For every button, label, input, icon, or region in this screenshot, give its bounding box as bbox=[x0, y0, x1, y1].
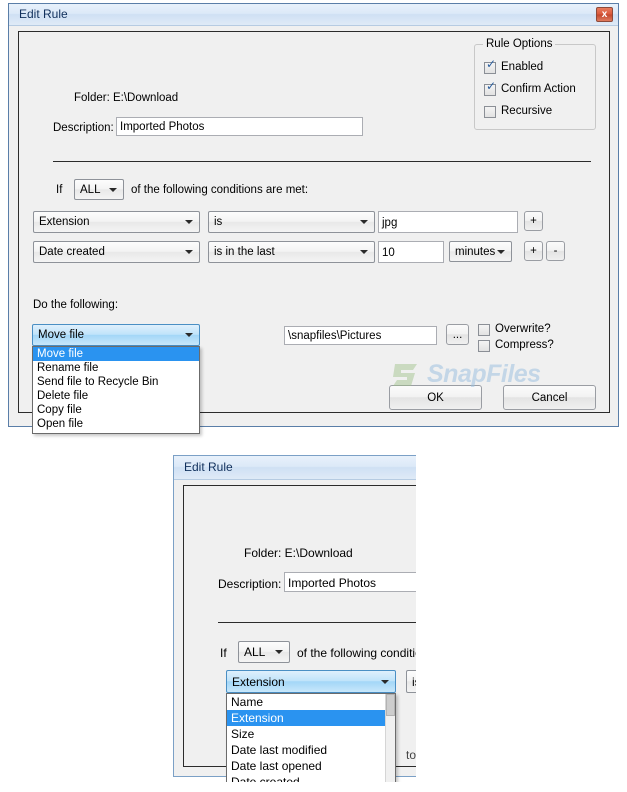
condition-field-dropdown-list[interactable]: Name Extension Size Date last modified D… bbox=[226, 693, 396, 782]
action-combo[interactable]: Move file bbox=[32, 324, 200, 346]
if-label: If bbox=[56, 184, 63, 196]
checkbox-compress-label: Compress? bbox=[495, 339, 554, 351]
condition-field-combo-secondary[interactable]: Extension bbox=[226, 670, 396, 693]
condition-operator-combo-secondary[interactable]: is bbox=[406, 670, 416, 693]
if-label-secondary: If bbox=[220, 646, 227, 660]
to-folder-label: to folde bbox=[406, 748, 416, 762]
condition-add-button-1-label: + bbox=[530, 215, 537, 227]
condition-add-button-1[interactable]: + bbox=[524, 211, 543, 231]
dropdown-item[interactable]: Delete file bbox=[33, 389, 199, 403]
condition-operator-value-1: is bbox=[214, 216, 223, 228]
condition-field-value-secondary: Extension bbox=[232, 674, 285, 689]
condition-add-button-2[interactable]: + bbox=[524, 241, 543, 261]
condition-field-value-2: Date created bbox=[39, 246, 105, 258]
dropdown-scrollbar[interactable] bbox=[385, 694, 395, 782]
condition-remove-button-2-label: - bbox=[553, 245, 558, 257]
dropdown-item[interactable]: Rename file bbox=[33, 361, 199, 375]
chevron-down-icon bbox=[360, 250, 368, 254]
window-title-primary: Edit Rule bbox=[19, 7, 68, 21]
chevron-down-icon bbox=[381, 679, 389, 684]
browse-button[interactable]: ... bbox=[446, 324, 469, 345]
close-icon-glyph: x bbox=[601, 9, 608, 20]
cancel-button-label: Cancel bbox=[531, 391, 568, 404]
condition-operator-value-secondary: is bbox=[412, 674, 416, 689]
condition-field-combo-1[interactable]: Extension bbox=[33, 211, 200, 233]
window-title-secondary: Edit Rule bbox=[184, 460, 233, 474]
match-mode-combo[interactable]: ALL bbox=[74, 179, 124, 200]
conditions-trailing-label-secondary: of the following conditions are bbox=[297, 646, 416, 660]
check-icon: ✓ bbox=[485, 57, 497, 71]
titlebar-primary: Edit Rule x bbox=[9, 4, 618, 26]
description-input[interactable]: Imported Photos bbox=[116, 117, 363, 136]
condition-unit-value-2: minutes bbox=[455, 245, 496, 258]
condition-add-button-2-label: + bbox=[530, 245, 537, 257]
dropdown-item[interactable]: Copy file bbox=[33, 403, 199, 417]
dropdown-item[interactable]: Send file to Recycle Bin bbox=[33, 375, 199, 389]
divider-top bbox=[53, 161, 591, 162]
description-label-secondary: Description: bbox=[218, 577, 282, 591]
dropdown-item[interactable]: Name bbox=[227, 694, 390, 710]
dropdown-item[interactable]: Extension bbox=[227, 710, 390, 726]
condition-unit-combo-2[interactable]: minutes bbox=[449, 241, 512, 262]
titlebar-secondary: Edit Rule bbox=[174, 456, 416, 480]
dropdown-item[interactable]: Move file bbox=[33, 347, 199, 361]
edit-rule-window-secondary-clip: Edit Rule Folder: E:\Download Descriptio… bbox=[173, 455, 416, 782]
chevron-down-icon bbox=[109, 187, 117, 192]
dropdown-item[interactable]: Date last opened bbox=[227, 758, 390, 774]
action-combo-value: Move file bbox=[38, 329, 85, 341]
conditions-trailing-label: of the following conditions are met: bbox=[131, 184, 309, 196]
divider-top-secondary bbox=[218, 622, 416, 623]
condition-field-value-1: Extension bbox=[39, 216, 90, 228]
folder-label: Folder: E:\Download bbox=[74, 92, 179, 104]
condition-value-input-2[interactable]: 10 bbox=[378, 241, 444, 263]
checkbox-overwrite-label: Overwrite? bbox=[495, 323, 551, 335]
description-label: Description: bbox=[53, 122, 114, 134]
dropdown-item[interactable]: Size bbox=[227, 726, 390, 742]
action-section-label: Do the following: bbox=[33, 299, 119, 311]
edit-rule-window-primary: Edit Rule x SnapFiles Folder: E:\Downloa… bbox=[8, 3, 619, 434]
rule-options-group: Rule Options ✓ Enabled ✓ Confirm Action … bbox=[474, 38, 596, 130]
chevron-down-icon bbox=[185, 250, 193, 254]
condition-value-input-1[interactable]: jpg bbox=[378, 211, 518, 233]
dialog-content-panel-secondary: Folder: E:\Download Description: Importe… bbox=[183, 485, 416, 782]
action-dropdown-list[interactable]: Move file Rename file Send file to Recyc… bbox=[32, 346, 200, 434]
ok-button[interactable]: OK bbox=[389, 385, 482, 410]
checkbox-overwrite-box bbox=[478, 324, 490, 336]
condition-remove-button-2[interactable]: - bbox=[546, 241, 565, 261]
folder-label-secondary: Folder: E:\Download bbox=[244, 546, 353, 560]
checkbox-recursive-label: Recursive bbox=[501, 105, 553, 117]
close-icon[interactable]: x bbox=[596, 7, 613, 22]
description-input-secondary[interactable]: Imported Photos bbox=[284, 572, 416, 592]
ok-button-label: OK bbox=[427, 391, 444, 404]
rule-options-title: Rule Options bbox=[483, 38, 556, 50]
dialog-content-panel-primary: SnapFiles Folder: E:\Download Descriptio… bbox=[18, 31, 610, 434]
edit-rule-window-secondary: Edit Rule Folder: E:\Download Descriptio… bbox=[173, 455, 416, 782]
condition-operator-combo-2[interactable]: is in the last bbox=[208, 241, 375, 263]
cancel-button[interactable]: Cancel bbox=[503, 385, 596, 410]
dropdown-item[interactable]: Date created bbox=[227, 774, 390, 782]
chevron-down-icon bbox=[275, 650, 283, 654]
dropdown-item[interactable]: Date last modified bbox=[227, 742, 390, 758]
match-mode-combo-secondary[interactable]: ALL bbox=[238, 641, 290, 663]
checkbox-enabled-label: Enabled bbox=[501, 61, 544, 73]
check-icon: ✓ bbox=[485, 79, 497, 93]
condition-operator-value-2: is in the last bbox=[214, 246, 275, 258]
condition-operator-combo-1[interactable]: is bbox=[208, 211, 375, 233]
condition-field-combo-2[interactable]: Date created bbox=[33, 241, 200, 263]
dropdown-item[interactable]: Open file bbox=[33, 417, 199, 431]
chevron-down-icon bbox=[497, 249, 505, 254]
checkbox-compress-box bbox=[478, 340, 490, 352]
match-mode-value-secondary: ALL bbox=[244, 645, 266, 659]
target-path-input[interactable]: \snapfiles\Pictures bbox=[284, 326, 437, 345]
match-mode-value: ALL bbox=[80, 183, 101, 196]
chevron-down-icon bbox=[185, 220, 193, 224]
checkbox-recursive-box bbox=[484, 106, 496, 118]
chevron-down-icon bbox=[360, 220, 368, 224]
dropdown-scrollbar-thumb[interactable] bbox=[386, 694, 395, 716]
chevron-down-icon bbox=[185, 333, 193, 337]
checkbox-confirm-action-label: Confirm Action bbox=[501, 83, 576, 95]
browse-button-label: ... bbox=[452, 328, 463, 341]
